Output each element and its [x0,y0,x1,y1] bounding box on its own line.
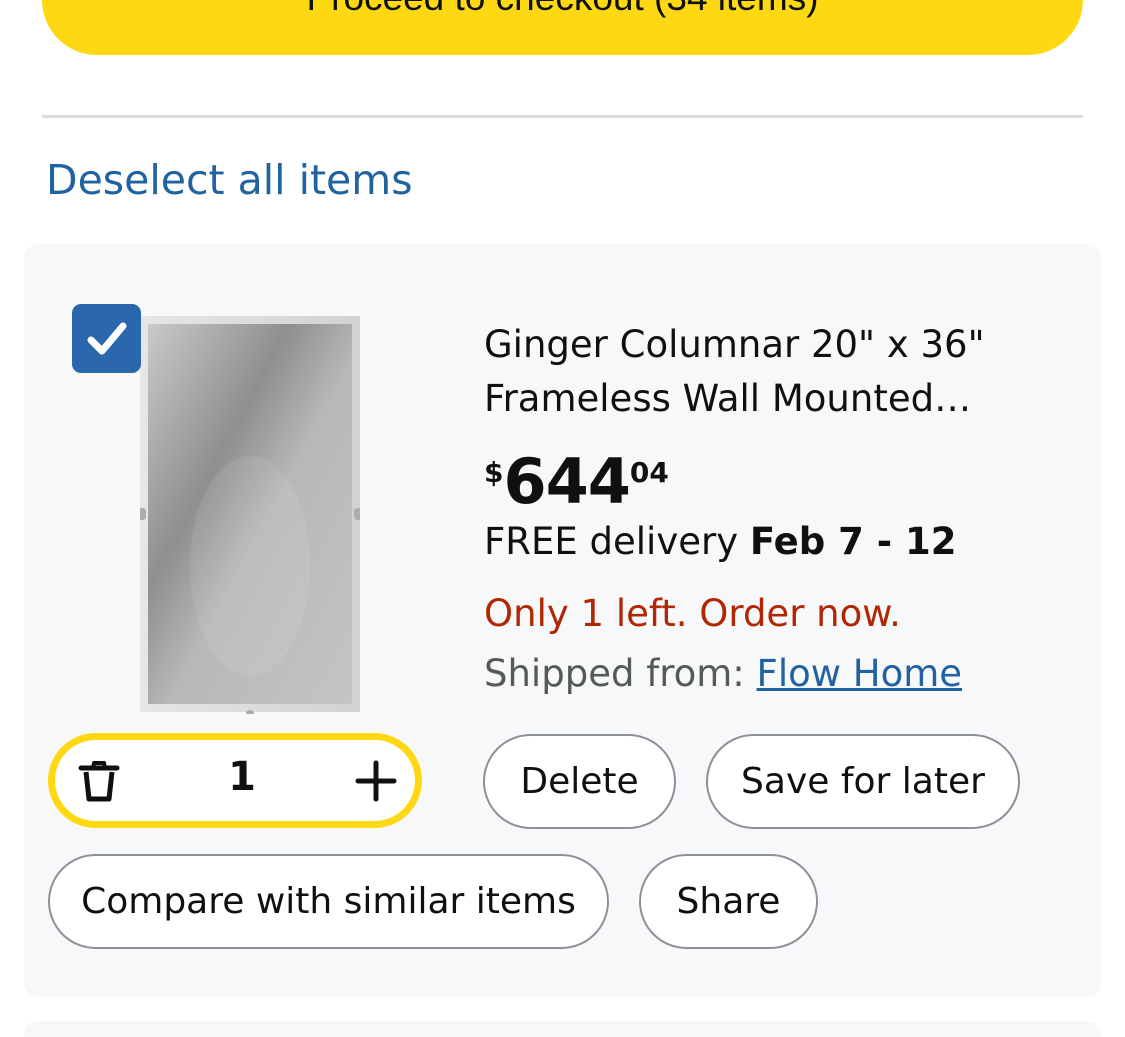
plus-icon[interactable] [354,759,398,803]
product-image[interactable] [140,316,360,714]
trash-icon[interactable] [77,759,121,803]
quantity-stepper: 1 [48,733,422,828]
product-title-link[interactable]: Ginger Columnar 20" x 36" Frameless Wall… [484,318,1074,426]
save-for-later-button[interactable]: Save for later [706,734,1020,829]
delivery-info: FREE delivery Feb 7 - 12 [484,520,956,563]
divider [42,115,1083,118]
deselect-all-link[interactable]: Deselect all items [46,156,413,204]
delivery-dates: Feb 7 - 12 [749,520,957,563]
shipped-from: Shipped from: Flow Home [484,652,962,695]
compare-similar-button[interactable]: Compare with similar items [48,854,609,949]
quantity-value: 1 [228,754,256,800]
price-fraction: 04 [629,456,669,489]
delete-button[interactable]: Delete [483,734,676,829]
next-cart-item-card [24,1021,1101,1037]
checkmark-icon [87,322,126,354]
seller-link[interactable]: Flow Home [757,652,963,695]
cart-page: Proceed to checkout (34 items) Deselect … [0,0,1125,1037]
proceed-to-checkout-button[interactable]: Proceed to checkout (34 items) [42,0,1083,55]
stock-status: Only 1 left. Order now. [484,592,901,635]
price-symbol: $ [484,456,504,489]
price: $ 644 04 [484,446,669,518]
share-button[interactable]: Share [639,854,818,949]
price-whole: 644 [503,445,630,518]
delivery-prefix: FREE delivery [484,520,739,563]
item-select-checkbox[interactable] [72,304,141,373]
shipped-from-label: Shipped from: [484,652,745,695]
